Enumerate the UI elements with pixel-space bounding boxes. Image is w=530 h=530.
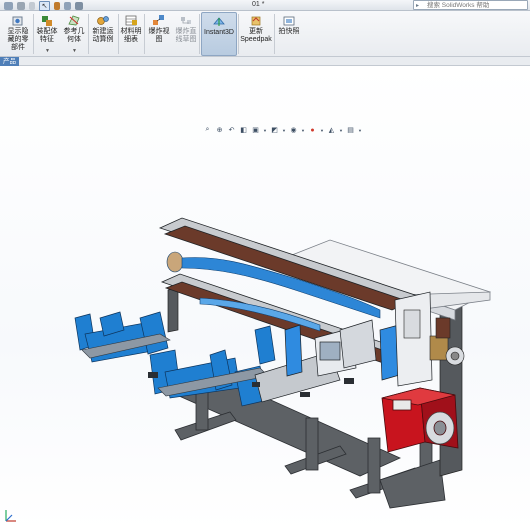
exploded-view-button[interactable]: 爆炸视 图 xyxy=(146,12,172,56)
ribbon-separator xyxy=(144,14,145,54)
machine-3d-model[interactable] xyxy=(0,66,530,530)
chevron-down-icon[interactable]: ▼ xyxy=(45,48,50,54)
explode-line-sketch-icon xyxy=(181,17,191,24)
snapshot-icon xyxy=(283,16,295,26)
reference-geometry-button[interactable]: 参考几 何体 ▼ xyxy=(61,12,87,56)
speedpak-icon xyxy=(251,16,261,26)
take-snapshot-button[interactable]: 拍快照 xyxy=(276,12,302,56)
rebuild-icon[interactable] xyxy=(54,1,60,10)
tab-product[interactable]: 产品 xyxy=(0,57,19,66)
print-icon[interactable] xyxy=(4,1,13,10)
assembly-features-icon xyxy=(42,16,52,26)
explode-line-sketch-button[interactable]: 爆炸直 线草图 xyxy=(173,12,199,56)
search-placeholder: 搜索 SolidWorks 帮助 xyxy=(427,2,490,9)
new-motion-study-button[interactable]: 新建运 动算例 xyxy=(89,12,117,56)
ribbon-separator xyxy=(33,14,34,54)
reference-geometry-icon xyxy=(68,15,80,26)
quick-access-toolbar: ↖ xyxy=(4,0,83,11)
motion-study-icon xyxy=(97,16,109,25)
show-hidden-components-button[interactable]: 显示隐 藏的零 部件 xyxy=(3,12,33,56)
redo-icon[interactable] xyxy=(29,1,35,10)
reference-triad-icon xyxy=(5,510,16,522)
show-hidden-components-icon xyxy=(12,16,23,26)
file-properties-icon[interactable] xyxy=(64,1,71,10)
command-manager: 显示隐 藏的零 部件 装配体 特征 ▼ 参考几 何体 ▼ 新建运 动算例 材料明… xyxy=(0,11,530,57)
update-speedpak-button[interactable]: 更新 Speedpak xyxy=(239,12,273,56)
graphics-area[interactable]: ⌕ ⊕ ↶ ◧ ▣ ▼ ◩ ▼ ◉ ▼ ● ▼ ◭ ▼ ▤ ▼ xyxy=(0,66,530,530)
instant3d-icon xyxy=(213,17,225,26)
instant3d-button[interactable]: Instant3D xyxy=(201,12,237,56)
servo-motor xyxy=(381,387,459,453)
bill-of-materials-button[interactable]: 材料明 细表 xyxy=(119,12,143,56)
help-search-input[interactable]: ▸ 搜索 SolidWorks 帮助 xyxy=(413,0,528,10)
assembly-features-button[interactable]: 装配体 特征 ▼ xyxy=(35,12,59,56)
ribbon-separator xyxy=(274,14,275,54)
search-icon: ▸ xyxy=(416,3,420,9)
undo-icon[interactable] xyxy=(17,1,25,10)
feature-manager-tabstrip: 产品 xyxy=(0,57,530,66)
options-icon[interactable] xyxy=(75,1,83,10)
title-bar: ↖ 01 * ▸ 搜索 SolidWorks 帮助 xyxy=(0,0,530,11)
exploded-view-icon xyxy=(153,15,164,25)
chevron-down-icon[interactable]: ▼ xyxy=(72,48,77,54)
document-title: 01 * xyxy=(252,1,265,8)
ribbon-separator xyxy=(199,14,200,54)
bill-of-materials-icon xyxy=(125,15,137,26)
select-icon[interactable]: ↖ xyxy=(39,0,50,11)
